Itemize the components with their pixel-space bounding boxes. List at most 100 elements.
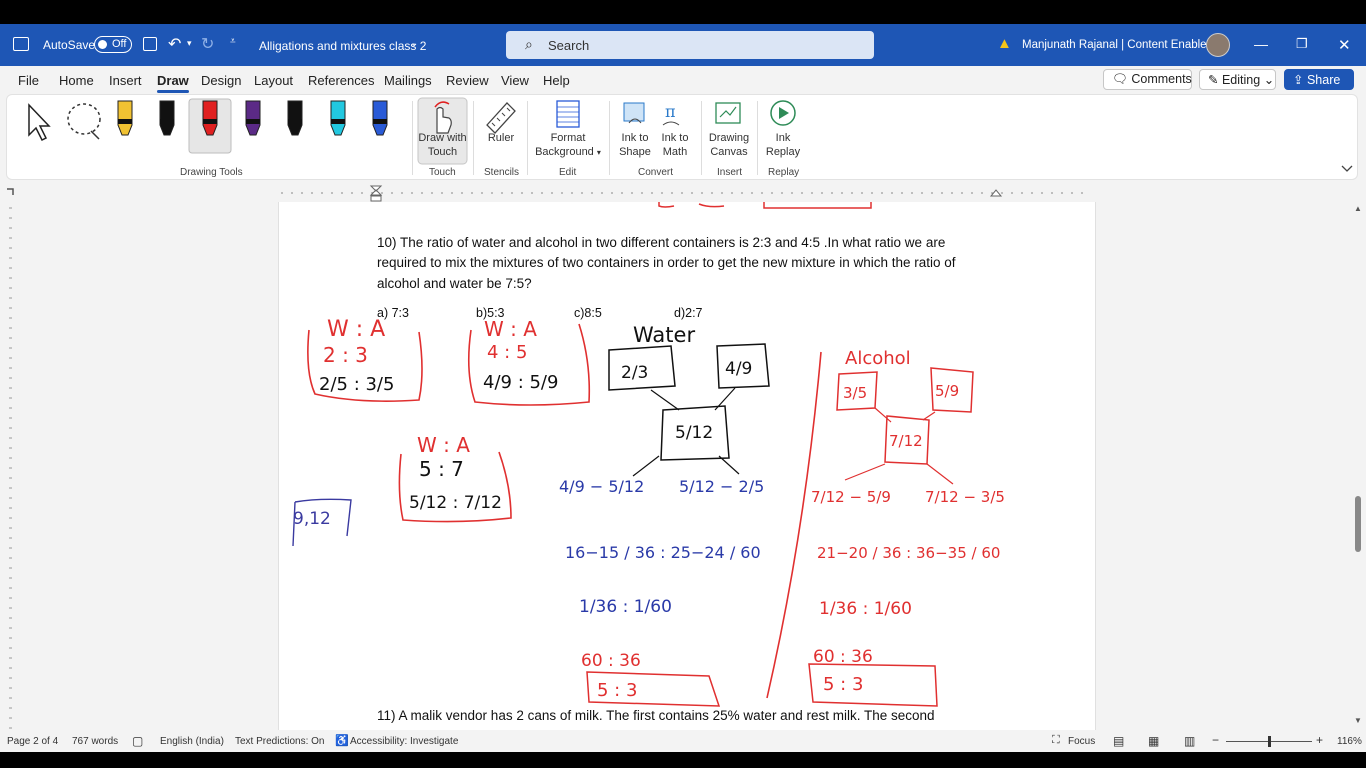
minimize-icon[interactable]: —	[1254, 36, 1268, 52]
tab-draw[interactable]: Draw	[157, 73, 189, 93]
ink-to-shape-icon[interactable]	[623, 102, 645, 124]
print-layout-icon[interactable]: ▦	[1148, 734, 1159, 748]
user-name[interactable]: Manjunath Rajanal | Content Enablers	[1022, 39, 1216, 51]
tab-mailings[interactable]: Mailings	[384, 73, 432, 88]
language[interactable]: English (India)	[160, 736, 224, 747]
vertical-ruler[interactable]	[0, 202, 22, 730]
ink-water-center: 5/12	[675, 423, 713, 443]
drawing-canvas-button[interactable]: Drawing Canvas	[704, 131, 754, 159]
ink-group-ratio-1: W : A 2 : 3 2/5 : 3/5	[307, 317, 423, 402]
document-page[interactable]: 10) The ratio of water and alcohol in tw…	[278, 202, 1096, 730]
pen-band	[331, 119, 345, 124]
ruler-icon[interactable]	[486, 102, 516, 134]
word-count[interactable]: 767 words	[72, 736, 118, 747]
black-glitter-pen-icon[interactable]	[287, 100, 303, 136]
ink-group-ratio-2: W : A 4 : 5 4/9 : 5/9	[467, 317, 591, 406]
editing-label: Editing	[1221, 73, 1261, 87]
cyan-highlighter-icon[interactable]	[330, 100, 346, 136]
ink-water-diff-left: 4/9 − 5/12	[559, 477, 644, 496]
red-pen-icon[interactable]	[202, 100, 218, 136]
ruler-graphic	[7, 185, 1083, 202]
zoom-out-icon[interactable]: −	[1212, 733, 1219, 747]
warning-icon[interactable]: ▲	[997, 35, 1012, 52]
tab-file[interactable]: File	[18, 73, 39, 88]
focus-button[interactable]: Focus	[1068, 736, 1095, 747]
scrollbar-thumb[interactable]	[1355, 496, 1361, 552]
ribbon-separator	[609, 101, 610, 175]
web-layout-icon[interactable]: ▥	[1184, 734, 1195, 748]
pen-band	[203, 119, 217, 124]
tab-references[interactable]: References	[308, 73, 374, 88]
customize-toolbar-icon[interactable]: ⩡	[230, 36, 236, 47]
comments-button[interactable]: 🗨 Comments	[1103, 69, 1192, 90]
ruler-button[interactable]: Ruler	[481, 131, 521, 145]
editing-button[interactable]: ✎ Editing ⌄	[1199, 69, 1276, 90]
ink-to-math-icon[interactable]: π	[662, 102, 680, 126]
scroll-down-icon[interactable]: ▼	[1354, 716, 1362, 725]
search-box[interactable]: ⌕ Search	[506, 31, 874, 59]
zoom-in-icon[interactable]: +	[1316, 733, 1323, 747]
comment-icon: 🗨	[1112, 72, 1128, 86]
drawing-canvas-icon[interactable]	[715, 102, 741, 124]
pen-band	[373, 119, 387, 124]
avatar[interactable]	[1206, 33, 1230, 57]
autosave-toggle[interactable]: Off	[94, 36, 132, 53]
ink-to-shape-button[interactable]: Ink to Shape	[614, 131, 656, 159]
horizontal-ruler[interactable]	[0, 184, 1366, 202]
zoom-level[interactable]: 116%	[1337, 736, 1362, 747]
scroll-up-icon[interactable]: ▲	[1354, 204, 1362, 213]
ink-replay-button[interactable]: Ink Replay	[763, 131, 803, 159]
vertical-scrollbar[interactable]: ▲ ▼	[1350, 202, 1366, 730]
undo-dropdown-icon[interactable]: ▾	[187, 38, 192, 49]
word-app-icon[interactable]	[13, 37, 29, 51]
format-background-icon[interactable]	[556, 100, 580, 128]
draw-with-touch-button[interactable]: Draw with Touch	[415, 131, 470, 159]
black-pen-icon[interactable]	[159, 100, 175, 136]
highlighter-pen-icon[interactable]	[117, 100, 133, 136]
close-icon[interactable]: ✕	[1338, 36, 1351, 54]
pen-band	[118, 119, 132, 124]
title-chevron-down-icon[interactable]: ⌄	[410, 38, 418, 49]
text-predictions[interactable]: Text Predictions: On	[235, 736, 324, 747]
undo-icon[interactable]: ↶	[168, 34, 181, 54]
ink-group-ratio-3: W : A 5 : 7 5/12 : 7/12	[398, 433, 512, 523]
proofing-icon[interactable]: ▢	[132, 734, 143, 748]
lasso-select-icon[interactable]	[67, 103, 101, 140]
zoom-slider-thumb[interactable]	[1268, 736, 1271, 747]
ribbon-separator	[473, 101, 474, 175]
ink-water-right: 4/9	[725, 359, 752, 379]
redo-icon[interactable]: ↻	[201, 34, 214, 54]
accessibility-status[interactable]: Accessibility: Investigate	[350, 736, 458, 747]
title-bar: AutoSave Off ↶ ▾ ↻ ⩡ Alligations and mix…	[0, 24, 1366, 66]
restore-icon[interactable]: ❐	[1296, 36, 1308, 52]
document-title[interactable]: Alligations and mixtures class 2	[259, 39, 426, 53]
blue-galaxy-pen-icon[interactable]	[372, 100, 388, 136]
tab-help[interactable]: Help	[543, 73, 570, 88]
ink-to-math-button[interactable]: Ink to Math	[657, 131, 693, 159]
tab-layout[interactable]: Layout	[254, 73, 293, 88]
ink-water-left: 2/3	[621, 363, 648, 383]
save-icon[interactable]	[143, 37, 157, 51]
format-background-button[interactable]: Format Background ▾	[530, 131, 606, 160]
group-stencils: Stencils	[484, 167, 520, 178]
select-arrow-icon[interactable]	[28, 103, 51, 142]
group-insert: Insert	[717, 167, 743, 178]
ink-replay-icon[interactable]	[770, 100, 796, 126]
purple-pen-icon[interactable]	[245, 100, 261, 136]
page-count[interactable]: Page 2 of 4	[7, 736, 58, 747]
tab-review[interactable]: Review	[446, 73, 489, 88]
ink-alcohol-diagram: Alcohol 3/5 5/9 7/12 7/12 − 5/9 7/12 − 3…	[808, 348, 1005, 707]
pencil-icon: ✎	[1208, 73, 1219, 87]
read-mode-icon[interactable]: ▤	[1113, 734, 1124, 748]
search-icon: ⌕	[525, 36, 533, 52]
tab-view[interactable]: View	[501, 73, 529, 88]
group-replay: Replay	[768, 167, 800, 178]
zoom-slider[interactable]	[1226, 736, 1312, 747]
share-button[interactable]: ⇪ Share	[1284, 69, 1354, 90]
tab-design[interactable]: Design	[201, 73, 241, 88]
collapse-ribbon-icon[interactable]	[1341, 165, 1353, 172]
tab-insert[interactable]: Insert	[109, 73, 142, 88]
ink-water-step-2: 1/36 : 1/60	[579, 597, 672, 617]
tab-home[interactable]: Home	[59, 73, 94, 88]
ink-fraction-1: 2/5 : 3/5	[319, 374, 394, 395]
